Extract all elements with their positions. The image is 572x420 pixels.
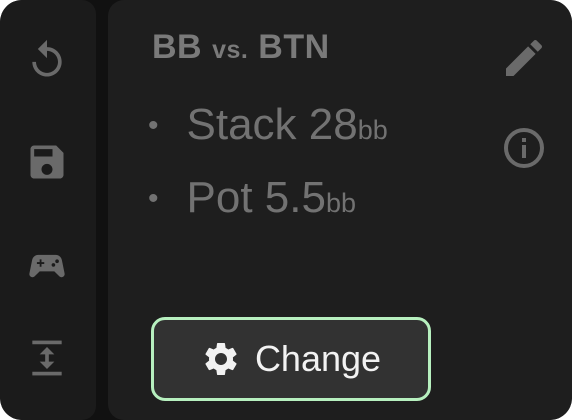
app-window: BB vs. BTN • Stack 28 bb • Pot 5.5 bb Ch… (0, 0, 572, 420)
game-button[interactable] (23, 240, 71, 288)
bullet: • (148, 182, 159, 215)
info-icon (504, 128, 544, 168)
matchup-title: BB vs. BTN (152, 28, 330, 67)
change-button[interactable]: Change (151, 317, 431, 401)
title-vs: vs. (212, 36, 249, 64)
title-hero-position: BB (152, 28, 203, 66)
title-villain-position: BTN (258, 28, 330, 66)
pot-stat: • Pot 5.5 bb (148, 173, 356, 223)
reset-icon (32, 39, 62, 77)
change-button-label: Change (254, 338, 382, 379)
pot-label: Pot 5.5 (186, 173, 326, 222)
matchup-panel: BB vs. BTN • Stack 28 bb • Pot 5.5 bb Ch… (108, 0, 572, 420)
save-icon (30, 145, 64, 179)
pot-unit: bb (325, 188, 356, 218)
reset-button[interactable] (23, 36, 71, 84)
sidebar (0, 0, 96, 420)
bullet: • (148, 109, 159, 142)
gear-icon (205, 343, 237, 375)
pencil-icon (506, 39, 543, 76)
stack-stat: • Stack 28 bb (148, 100, 388, 150)
expand-vertical-icon (32, 340, 62, 376)
gamepad-icon (29, 254, 65, 278)
save-button[interactable] (23, 138, 71, 186)
stack-label: Stack 28 (186, 100, 358, 149)
info-button[interactable] (498, 122, 550, 174)
expand-button[interactable] (23, 334, 71, 382)
edit-button[interactable] (498, 32, 550, 84)
stack-unit: bb (357, 115, 388, 145)
